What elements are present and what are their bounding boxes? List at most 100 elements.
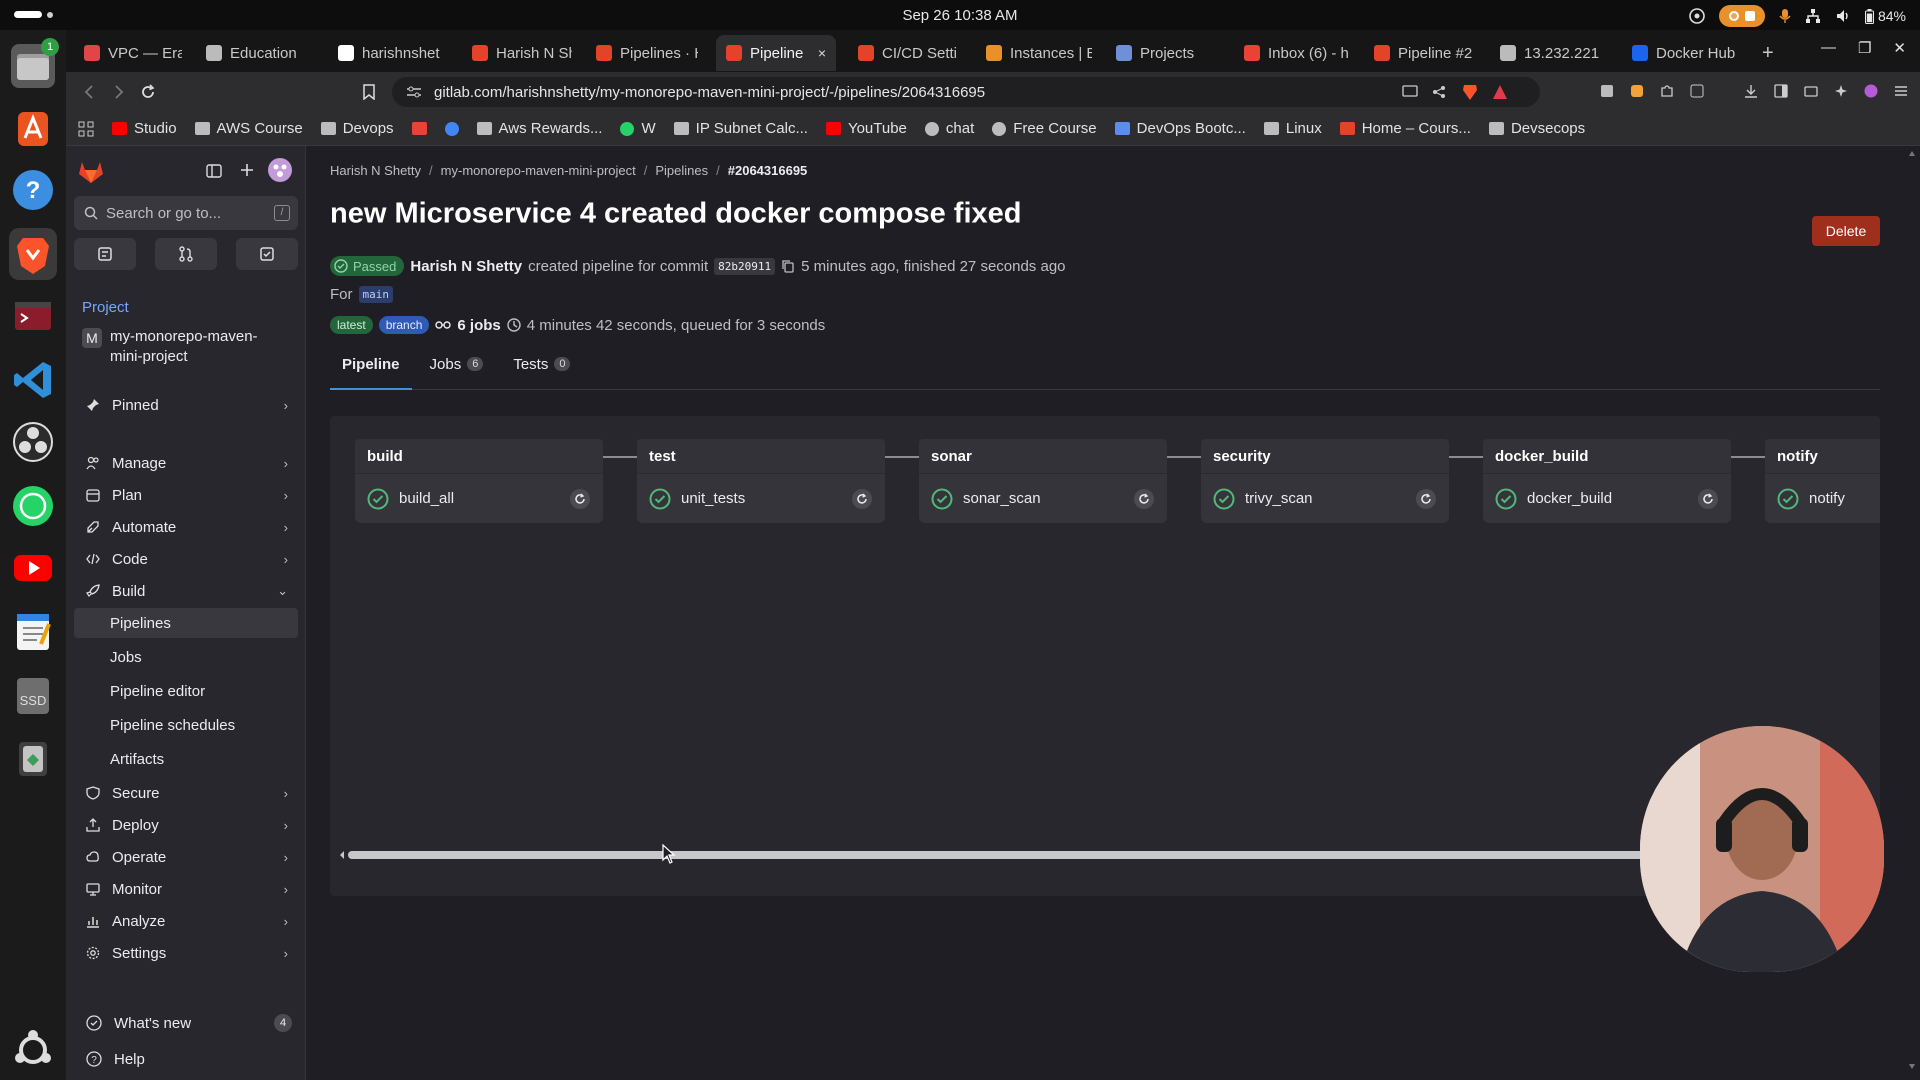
- forward-icon[interactable]: [110, 84, 126, 100]
- reload-icon[interactable]: [140, 84, 156, 100]
- bookmark-folder[interactable]: AWS Course: [194, 120, 303, 137]
- trash-icon[interactable]: [11, 736, 55, 780]
- sidebar-item-analyze[interactable]: Analyze ›: [74, 906, 298, 936]
- close-tab-icon[interactable]: ×: [818, 45, 826, 61]
- bookmark-item[interactable]: W: [620, 120, 656, 137]
- bookmark-item[interactable]: IP Subnet Calc...: [673, 120, 808, 137]
- minimize-icon[interactable]: —: [1821, 39, 1836, 57]
- sidebar-item-deploy[interactable]: Deploy ›: [74, 810, 298, 840]
- job-card[interactable]: build_all: [355, 473, 603, 523]
- share-icon[interactable]: [1432, 85, 1446, 99]
- whatsapp-icon[interactable]: [11, 484, 55, 528]
- branch-ref[interactable]: main: [358, 286, 393, 303]
- page-vertical-scrollbar[interactable]: [1908, 150, 1916, 1070]
- whats-new-link[interactable]: What's new 4: [74, 1008, 298, 1038]
- job-card[interactable]: trivy_scan: [1201, 473, 1449, 523]
- brave-rewards-icon[interactable]: [1492, 84, 1508, 100]
- youtube-icon[interactable]: [11, 546, 55, 590]
- puzzle-icon[interactable]: [1660, 84, 1674, 98]
- ssd-drive-icon[interactable]: SSD: [11, 674, 55, 718]
- bookmark-item[interactable]: chat: [924, 120, 974, 137]
- system-clock[interactable]: Sep 26 10:38 AM: [0, 7, 1920, 24]
- issues-button[interactable]: [74, 238, 136, 270]
- bookmark-item[interactable]: Home – Cours...: [1339, 120, 1471, 137]
- address-bar[interactable]: gitlab.com/harishnshetty/my-monorepo-mav…: [392, 77, 1540, 107]
- tab-jobs[interactable]: Jobs 6: [418, 356, 496, 390]
- job-card[interactable]: unit_tests: [637, 473, 885, 523]
- cast-icon[interactable]: [1402, 85, 1418, 99]
- browser-tab[interactable]: 13.232.221: [1490, 35, 1606, 71]
- extension-icon[interactable]: [1690, 84, 1704, 98]
- vscode-icon[interactable]: [11, 358, 55, 402]
- sidebar-subitem-pipelines[interactable]: Pipelines: [74, 608, 298, 638]
- apps-grid-icon[interactable]: [78, 121, 94, 137]
- sidebar-item-manage[interactable]: Manage ›: [74, 448, 298, 478]
- browser-tab[interactable]: Docker Hub: [1622, 35, 1742, 71]
- browser-tab[interactable]: harishnshet: [328, 35, 454, 71]
- gitlab-logo-icon[interactable]: [78, 160, 104, 184]
- sidebar-item-settings[interactable]: Settings ›: [74, 938, 298, 968]
- site-info-icon[interactable]: [406, 85, 422, 99]
- sidebar-subitem-jobs[interactable]: Jobs: [74, 642, 298, 672]
- create-new-icon[interactable]: [240, 163, 254, 177]
- bookmark-folder[interactable]: Devsecops: [1488, 120, 1585, 137]
- wallet-icon[interactable]: [1804, 84, 1818, 98]
- bookmark-item[interactable]: DevOps Bootc...: [1114, 120, 1246, 137]
- bookmark-item[interactable]: YouTube: [825, 120, 907, 137]
- project-link[interactable]: M my-monorepo-maven- mini-project: [74, 324, 298, 370]
- browser-tab[interactable]: CI/CD Setti: [848, 35, 966, 71]
- sidebar-subitem-pipeline-schedules[interactable]: Pipeline schedules: [74, 710, 298, 740]
- retry-icon[interactable]: [851, 488, 873, 510]
- screen-recording-indicator[interactable]: [1718, 5, 1765, 27]
- url-text[interactable]: gitlab.com/harishnshetty/my-monorepo-mav…: [434, 84, 985, 101]
- sidebar-item-automate[interactable]: Automate ›: [74, 512, 298, 542]
- browser-tab-active[interactable]: Pipeline ×: [716, 35, 836, 71]
- sidebar-subitem-pipeline-editor[interactable]: Pipeline editor: [74, 676, 298, 706]
- sidebar-item-monitor[interactable]: Monitor ›: [74, 874, 298, 904]
- bookmark-gmail[interactable]: [411, 122, 427, 135]
- bookmark-folder[interactable]: Linux: [1263, 120, 1322, 137]
- job-card[interactable]: sonar_scan: [919, 473, 1167, 523]
- bookmark-item[interactable]: Studio: [112, 120, 177, 137]
- help-link[interactable]: ? Help: [74, 1044, 298, 1074]
- files-icon[interactable]: 1: [11, 38, 59, 88]
- retry-icon[interactable]: [1415, 488, 1437, 510]
- collapse-sidebar-icon[interactable]: [206, 163, 222, 179]
- brave-browser-icon[interactable]: [9, 228, 57, 280]
- brave-shields-icon[interactable]: [1462, 83, 1478, 101]
- close-window-icon[interactable]: ✕: [1893, 39, 1906, 57]
- breadcrumb-link[interactable]: my-monorepo-maven-mini-project: [441, 163, 636, 178]
- browser-tab[interactable]: Projects: [1106, 35, 1218, 71]
- bookmark-folder[interactable]: Aws Rewards...: [476, 120, 602, 137]
- sidebar-item-pinned[interactable]: Pinned ›: [74, 390, 298, 420]
- help-icon[interactable]: ?: [11, 168, 55, 212]
- download-icon[interactable]: [1744, 84, 1758, 98]
- retry-icon[interactable]: [569, 488, 591, 510]
- show-apps-icon[interactable]: [11, 1028, 55, 1072]
- breadcrumb-link[interactable]: Harish N Shetty: [330, 163, 421, 178]
- browser-tab[interactable]: Pipeline #2: [1364, 35, 1476, 71]
- breadcrumb-current[interactable]: #2064316695: [728, 163, 808, 178]
- sidebar-item-plan[interactable]: Plan ›: [74, 480, 298, 510]
- sidebar-item-code[interactable]: Code ›: [74, 544, 298, 574]
- tab-tests[interactable]: Tests 0: [501, 356, 582, 390]
- retry-icon[interactable]: [1133, 488, 1155, 510]
- scroll-left-icon[interactable]: [338, 850, 346, 860]
- bookmark-item[interactable]: Free Course: [992, 120, 1097, 137]
- browser-tab[interactable]: Education: [196, 35, 324, 71]
- leo-ai-icon[interactable]: [1834, 84, 1848, 98]
- extension-icon[interactable]: [1630, 84, 1644, 98]
- extension-icon[interactable]: [1600, 84, 1614, 98]
- retry-icon[interactable]: [1697, 488, 1719, 510]
- merge-requests-button[interactable]: [155, 238, 217, 270]
- browser-tab[interactable]: VPC — Eras: [74, 35, 182, 71]
- menu-icon[interactable]: [1894, 84, 1908, 98]
- profile-icon[interactable]: [1864, 84, 1878, 98]
- job-card[interactable]: docker_build: [1483, 473, 1731, 523]
- sidebar-toggle-icon[interactable]: [1774, 84, 1788, 98]
- terminal-icon[interactable]: [11, 294, 55, 338]
- obs-studio-icon[interactable]: [11, 420, 55, 464]
- commit-sha[interactable]: 82b20911: [714, 257, 776, 275]
- copy-icon[interactable]: [781, 259, 795, 273]
- todo-list-button[interactable]: [236, 238, 298, 270]
